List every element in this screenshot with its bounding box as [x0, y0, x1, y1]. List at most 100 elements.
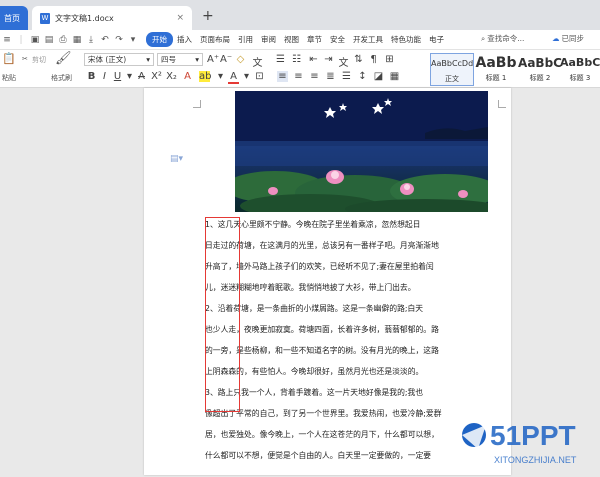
grow-font-icon[interactable]: A⁺ — [207, 54, 219, 65]
highlight-icon[interactable]: ab — [199, 71, 211, 82]
style-heading-3-sample: AaBbC — [560, 56, 600, 69]
cut-icon[interactable]: ✂ — [22, 55, 28, 63]
menu-reference[interactable]: 引用 — [234, 34, 257, 45]
decrease-indent-icon[interactable]: ⇤ — [308, 54, 319, 65]
paragraph-line: 的一旁，是些杨柳，和一些不知道名字的树。没有月光的晚上，这路 — [205, 346, 439, 355]
pinyin-icon[interactable]: 文 — [252, 54, 263, 69]
margin-corner-mark — [498, 100, 506, 108]
text-effect-icon[interactable]: A — [182, 71, 193, 82]
style-heading-1-label: 标题 1 — [485, 74, 507, 82]
command-search[interactable]: ⌕ 查找命令... — [481, 33, 524, 44]
show-marks-icon[interactable]: ¶ — [368, 54, 379, 65]
distribute-icon[interactable]: ☰ — [341, 71, 352, 82]
menu-review[interactable]: 审阅 — [257, 34, 280, 45]
print-icon[interactable]: ⎙ — [56, 35, 70, 45]
chevron-down-icon: ▾ — [146, 55, 150, 64]
char-border-icon[interactable]: ⊡ — [254, 71, 265, 82]
shrink-font-icon[interactable]: A⁻ — [220, 54, 232, 65]
watermark-logo: 51PPT XITONGZHIJIA.NET — [462, 420, 577, 465]
bold-icon[interactable]: B — [86, 71, 97, 82]
menu-bar: ≡ | ▣ ▤ ⎙ ▦ ⤓ ↶ ↷ ▾ 开始 插入 页面布局 引用 审阅 视图 … — [0, 30, 600, 50]
font-name-value: 宋体 (正文) — [88, 55, 127, 64]
format-painter-icon[interactable]: 🖌 — [55, 51, 72, 66]
chevron-down-icon[interactable]: ▾ — [126, 35, 140, 45]
italic-icon[interactable]: I — [99, 71, 110, 82]
underline-icon[interactable]: U — [112, 71, 123, 82]
clear-format-icon[interactable]: ◇ — [235, 54, 246, 65]
watermark-url: XITONGZHIJIA.NET — [494, 455, 577, 465]
sync-status[interactable]: ☁ 已同步 — [552, 33, 584, 44]
margin-corner-mark — [193, 100, 201, 108]
paste-icon[interactable]: 📋 — [2, 52, 16, 65]
chevron-down-icon: ▾ — [195, 55, 199, 64]
watermark-brand: 51PPT — [490, 420, 576, 451]
strikethrough-icon[interactable]: A — [136, 71, 147, 82]
cloud-icon: ☁ — [552, 34, 560, 43]
numbered-list-icon[interactable]: ☷ — [291, 54, 302, 65]
font-name-select[interactable]: 宋体 (正文) ▾ — [84, 53, 154, 66]
chevron-down-icon[interactable]: ▾ — [124, 71, 135, 82]
paragraph-line: 1、这几天心里颇不宁静。今晚在院子里坐着乘凉，忽然想起日 — [205, 220, 421, 229]
chevron-down-icon[interactable]: ▾ — [215, 71, 226, 82]
menu-insert[interactable]: 插入 — [173, 34, 196, 45]
paragraph-line: 升高了，墙外马路上孩子们的欢笑，已经听不见了;妻在屋里拍着闰 — [205, 262, 434, 271]
style-heading-2[interactable]: AaBbC 标题 2 — [518, 53, 562, 86]
new-tab-button[interactable]: + — [202, 8, 214, 24]
undo-icon[interactable]: ↶ — [98, 35, 112, 45]
menu-features[interactable]: 特色功能 — [387, 34, 425, 45]
tab-home[interactable]: 首页 — [0, 6, 28, 30]
paragraph-line: 也少人走，夜晚更加寂寞。荷塘四面，长着许多树，蓊蓊郁郁的。路 — [205, 325, 439, 334]
shading-icon[interactable]: ◪ — [373, 71, 384, 82]
word-doc-icon: W — [40, 12, 50, 24]
close-icon[interactable]: × — [176, 13, 184, 23]
menu-page-layout[interactable]: 页面布局 — [196, 34, 234, 45]
increase-indent-icon[interactable]: ⇥ — [323, 54, 334, 65]
lotus-pond-illustration — [235, 91, 488, 212]
tab-document[interactable]: W 文字文稿1.docx × — [32, 6, 192, 30]
paragraph-handle-icon[interactable]: ▤▾ — [170, 154, 183, 164]
save-icon[interactable]: ▣ — [28, 35, 42, 45]
table-icon[interactable]: ⊞ — [384, 54, 395, 65]
align-center-icon[interactable]: ≡ — [293, 71, 304, 82]
align-left-icon[interactable]: ≡ — [277, 71, 288, 82]
align-right-icon[interactable]: ≡ — [309, 71, 320, 82]
chinese-layout-icon[interactable]: 文 — [338, 54, 349, 69]
font-size-select[interactable]: 四号 ▾ — [157, 53, 203, 66]
style-heading-1[interactable]: AaBb 标题 1 — [474, 53, 518, 86]
menu-dev-tools[interactable]: 开发工具 — [349, 34, 387, 45]
style-heading-3-label: 标题 3 — [569, 74, 591, 82]
print-preview-icon[interactable]: ▦ — [70, 35, 84, 45]
style-normal[interactable]: AaBbCcDd 正文 — [430, 53, 474, 86]
menu-section[interactable]: 章节 — [303, 34, 326, 45]
menu-electronic[interactable]: 电子 — [425, 34, 448, 45]
border-icon[interactable]: ▦ — [389, 71, 400, 82]
justify-icon[interactable]: ≣ — [325, 71, 336, 82]
style-heading-3[interactable]: AaBbC 标题 3 — [560, 53, 600, 86]
menu-start[interactable]: 开始 — [146, 32, 173, 47]
paragraph-line: 3、路上只我一个人，背着手踱着。这一片天地好像是我的;我也 — [205, 388, 424, 397]
paragraph-line: 2、沿着荷塘，是一条曲折的小煤屑路。这是一条幽僻的路;白天 — [205, 304, 424, 313]
chevron-down-icon[interactable]: ▾ — [241, 71, 252, 82]
folder-icon[interactable]: ▤ — [42, 35, 56, 45]
font-color-icon[interactable]: A — [228, 71, 239, 84]
separator: | — [19, 34, 23, 45]
line-spacing-icon[interactable]: ↕ — [357, 71, 368, 82]
tab-document-label: 文字文稿1.docx — [55, 13, 114, 23]
cut-button[interactable]: 剪切 — [32, 55, 46, 65]
bullet-list-icon[interactable]: ☰ — [275, 54, 286, 65]
superscript-icon[interactable]: X² — [151, 71, 162, 82]
format-painter-label[interactable]: 格式刷 — [51, 73, 72, 83]
tab-bar: 首页 W 文字文稿1.docx × + — [0, 0, 600, 30]
paragraph-line: 上阴森森的，有些怕人。今晚却很好，虽然月光也还是淡淡的。 — [205, 367, 424, 376]
redo-icon[interactable]: ↷ — [112, 35, 126, 45]
tab-home-label: 首页 — [4, 13, 20, 23]
sort-icon[interactable]: ⇅ — [353, 54, 364, 65]
export-icon[interactable]: ⤓ — [84, 35, 98, 45]
search-icon: ⌕ — [481, 33, 486, 43]
paste-label[interactable]: 粘贴 — [2, 73, 16, 83]
subscript-icon[interactable]: X₂ — [166, 71, 177, 82]
menu-security[interactable]: 安全 — [326, 34, 349, 45]
lotus-pond-image[interactable] — [235, 91, 488, 212]
hamburger-menu-icon[interactable]: ≡ — [0, 35, 14, 45]
menu-view[interactable]: 视图 — [280, 34, 303, 45]
